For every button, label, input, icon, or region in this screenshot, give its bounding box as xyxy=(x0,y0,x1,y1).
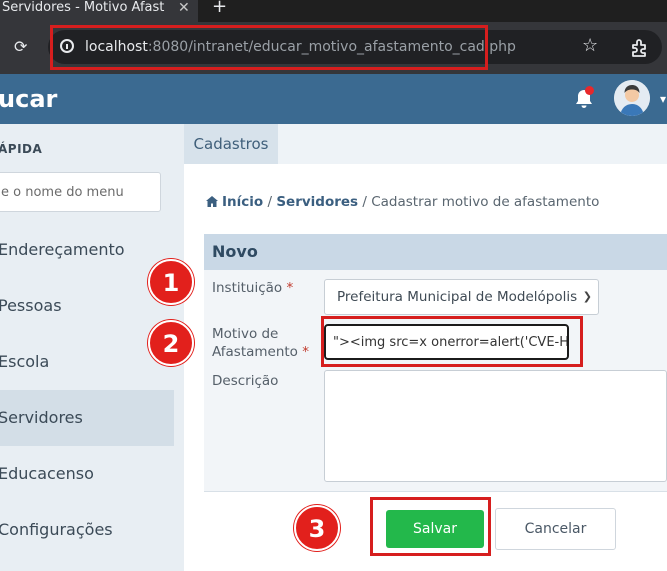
breadcrumb: Início / Servidores / Cadastrar motivo d… xyxy=(206,194,599,210)
browser-tab-title: Servidores - Motivo Afast xyxy=(2,0,165,15)
new-tab-icon[interactable]: + xyxy=(212,0,227,16)
user-menu-caret-icon[interactable]: ▾ xyxy=(660,92,666,106)
close-tab-icon[interactable]: ✕ xyxy=(178,0,190,16)
motivo-label: Motivo de Afastamento * xyxy=(212,326,309,360)
quick-access-title: ÁPIDA xyxy=(0,142,43,156)
home-icon xyxy=(206,195,218,207)
breadcrumb-current: Cadastrar motivo de afastamento xyxy=(371,194,600,210)
tab-cadastros[interactable]: Cadastros xyxy=(184,124,278,164)
chevron-down-icon: ❯ xyxy=(582,290,592,303)
instituicao-select[interactable]: Prefeitura Municipal de Modelópolis ❯ xyxy=(324,279,599,315)
app-logo[interactable]: ucar xyxy=(0,85,57,113)
menu-search-input[interactable] xyxy=(0,172,161,212)
step-badge-1: 1 xyxy=(148,259,194,305)
sidebar-item-educacenso[interactable]: Educacenso xyxy=(0,446,174,502)
browser-tab[interactable]: Servidores - Motivo Afast xyxy=(0,0,198,22)
motivo-highlight-annotation xyxy=(321,316,583,367)
breadcrumb-servidores-link[interactable]: Servidores xyxy=(276,194,358,210)
bookmark-star-icon[interactable]: ☆ xyxy=(582,36,598,56)
notification-dot xyxy=(585,86,594,95)
sidebar-item-enderecamento[interactable]: Endereçamento xyxy=(0,222,174,278)
instituicao-label: Instituição * xyxy=(212,280,294,296)
reload-icon[interactable]: ⟳ xyxy=(14,38,27,56)
user-avatar[interactable] xyxy=(614,80,650,116)
sidebar-item-configuracoes[interactable]: Configurações xyxy=(0,502,174,558)
cancel-button[interactable]: Cancelar xyxy=(495,508,616,550)
sub-navigation: Cadastros xyxy=(184,124,667,164)
breadcrumb-home-link[interactable]: Início xyxy=(222,194,263,210)
panel-title: Novo xyxy=(204,234,667,270)
url-highlight-annotation xyxy=(50,25,488,70)
app-header: ucar ▾ xyxy=(0,74,667,124)
step-badge-2: 2 xyxy=(148,320,194,366)
sidebar-item-servidores[interactable]: Servidores xyxy=(0,390,174,446)
extensions-icon[interactable] xyxy=(630,38,648,57)
save-highlight-annotation xyxy=(370,497,491,556)
step-badge-3: 3 xyxy=(294,505,340,551)
descricao-label: Descrição xyxy=(212,373,279,389)
descricao-textarea[interactable] xyxy=(324,370,667,482)
browser-tab-strip: Servidores - Motivo Afast ✕ + xyxy=(0,0,667,22)
